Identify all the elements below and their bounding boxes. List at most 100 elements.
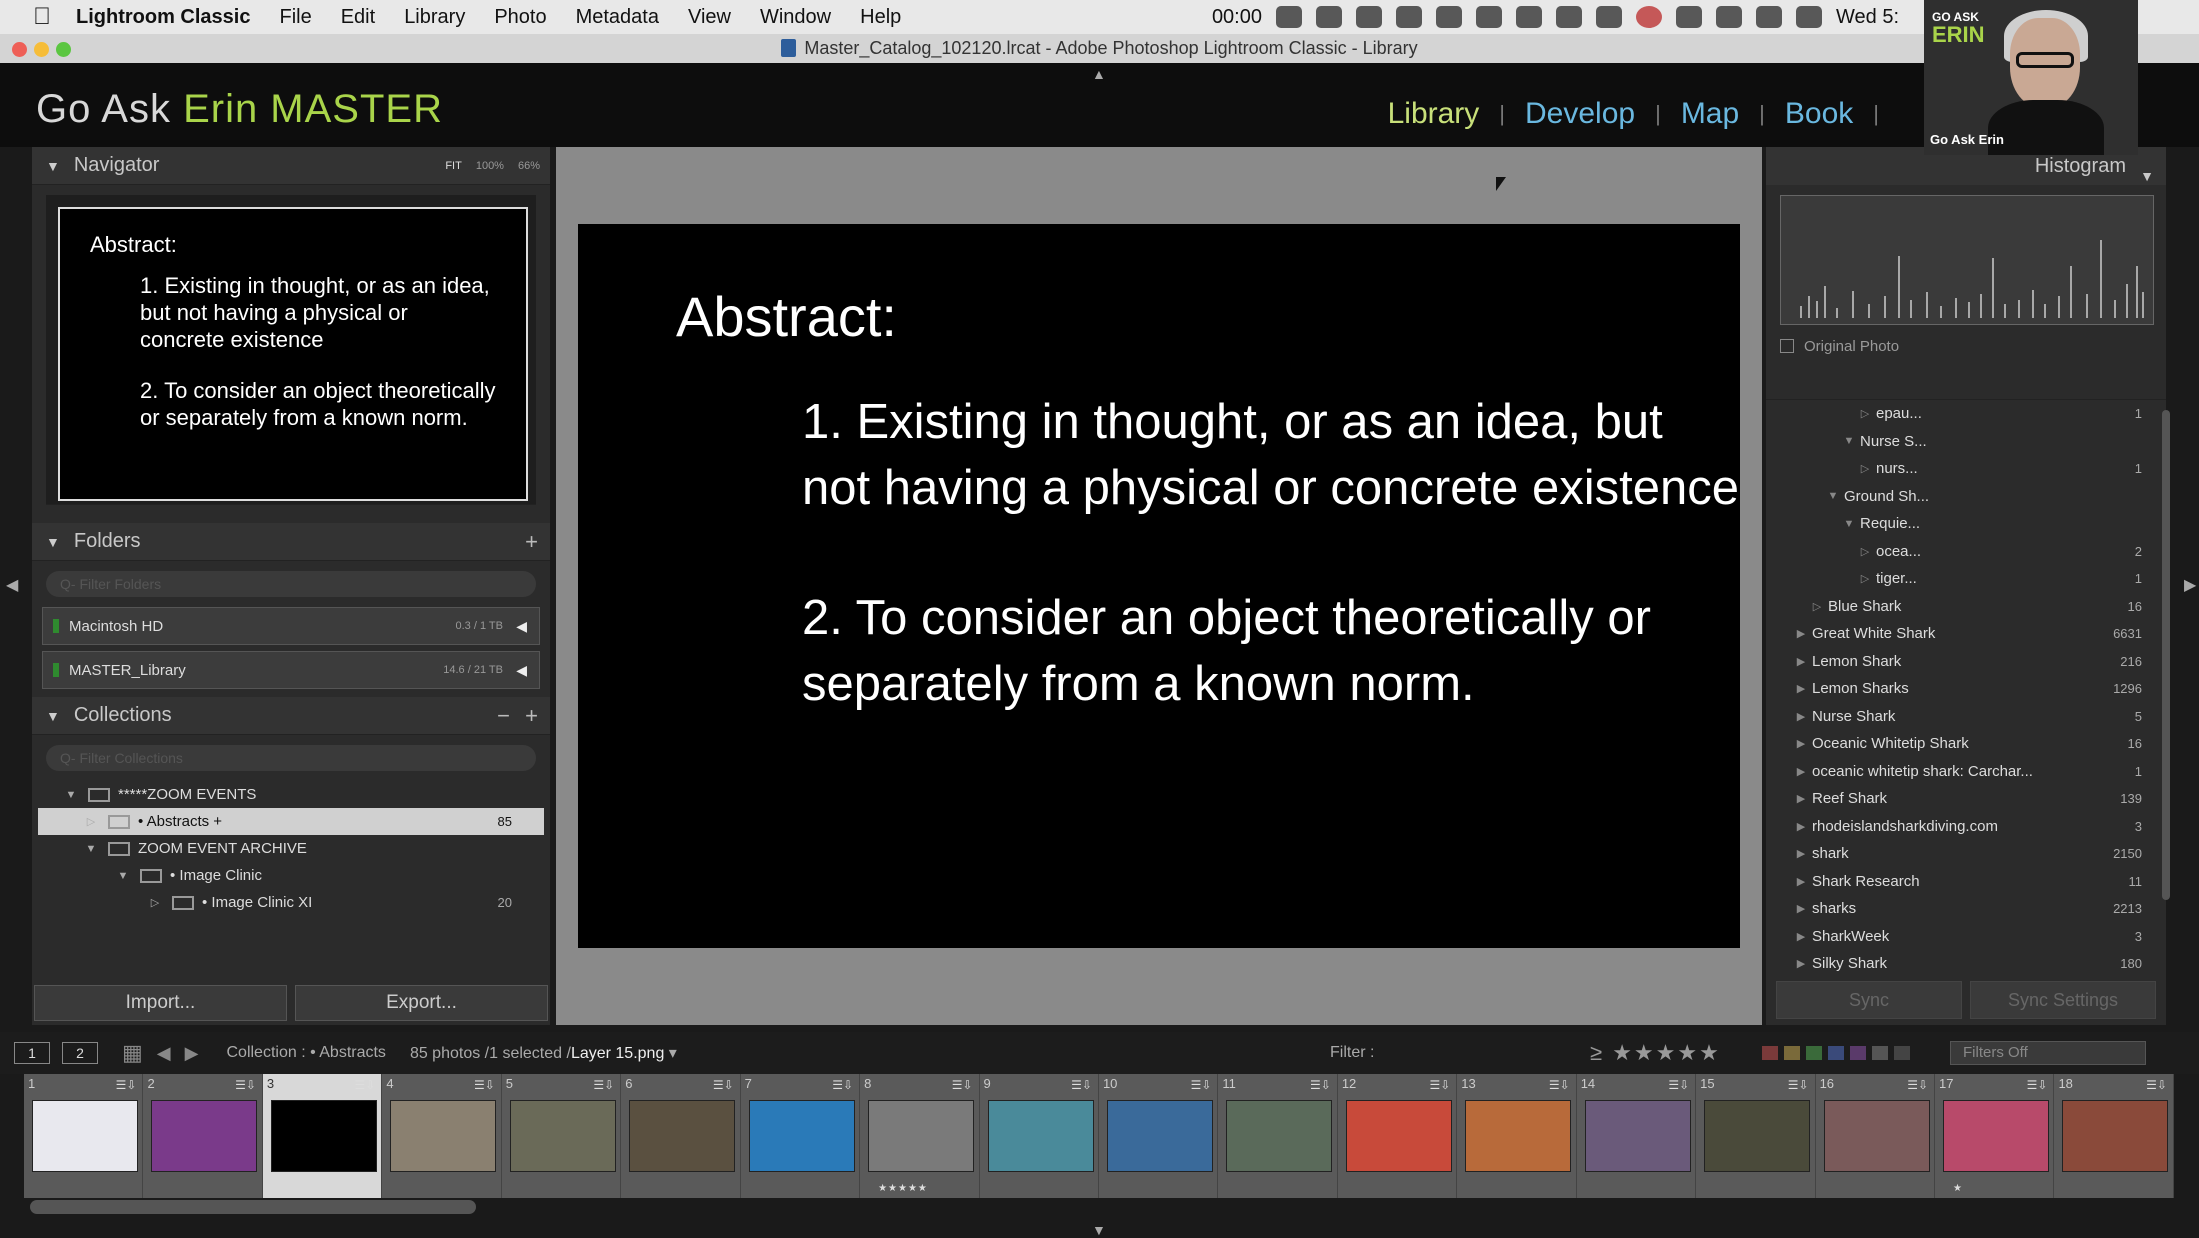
keyword-row[interactable]: ▶ rhodeislandsharkdiving.com 3 — [1766, 813, 2166, 841]
keyword-row[interactable]: ▷ epau... 1 — [1766, 400, 2166, 428]
filmstrip-cell[interactable]: 7 ☰⇩ — [740, 1074, 861, 1198]
minimize-window-button[interactable] — [34, 42, 49, 57]
collection-set-zoom-events[interactable]: ▼ *****ZOOM EVENTS — [38, 781, 544, 808]
source-breadcrumb[interactable]: Collection : • Abstracts — [226, 1044, 385, 1062]
keyword-row[interactable]: ▶ Shark Research 11 — [1766, 868, 2166, 896]
badge-icon[interactable]: ☰⇩ — [832, 1078, 853, 1092]
filmstrip-cell[interactable]: 13 ☰⇩ — [1457, 1074, 1577, 1198]
keyword-row[interactable]: ▼ Nurse S... — [1766, 428, 2166, 456]
keyword-row[interactable]: ▼ Ground Sh... — [1766, 483, 2166, 511]
badge-icon[interactable]: ☰⇩ — [1071, 1078, 1092, 1092]
right-panel-toggle-icon[interactable]: ▶ — [2184, 575, 2196, 595]
badge-icon[interactable]: ☰⇩ — [1429, 1078, 1450, 1092]
apple-icon[interactable]:  — [28, 3, 56, 31]
maximize-window-button[interactable] — [56, 42, 71, 57]
filmstrip-cell[interactable]: 9 ☰⇩ — [979, 1074, 1099, 1198]
gear-icon[interactable] — [1676, 6, 1702, 28]
expand-icon[interactable]: ▷ — [1854, 462, 1876, 475]
rating-filter[interactable]: ≥ ★★★★★ — [1590, 1040, 1721, 1066]
filmstrip-cell[interactable]: 11 ☰⇩ — [1218, 1074, 1338, 1198]
keyword-row[interactable]: ▷ tiger... 1 — [1766, 565, 2166, 593]
top-panel-toggle-icon[interactable]: ▲ — [1092, 66, 1106, 82]
keyword-row[interactable]: ▶ Lemon Shark 216 — [1766, 648, 2166, 676]
bluetooth-icon[interactable] — [1436, 6, 1462, 28]
badge-icon[interactable]: ☰⇩ — [1788, 1078, 1809, 1092]
expand-icon[interactable]: ▶ — [1790, 710, 1812, 723]
badge-icon[interactable]: ☰⇩ — [713, 1078, 734, 1092]
volume-disclosure-icon[interactable]: ◀ — [516, 662, 527, 679]
keyword-row[interactable]: ▷ Blue Shark 16 — [1766, 593, 2166, 621]
expand-icon[interactable]: ▷ — [1854, 407, 1876, 420]
zoom-66-option[interactable]: 66% — [518, 160, 540, 172]
color-label-filter[interactable] — [1762, 1046, 1910, 1060]
expand-icon[interactable]: ▼ — [1822, 490, 1844, 502]
back-arrow-icon[interactable]: ◀ — [157, 1043, 171, 1064]
filmstrip-cell[interactable]: 14 ☰⇩ — [1576, 1074, 1697, 1198]
badge-icon[interactable]: ☰⇩ — [593, 1078, 614, 1092]
expand-icon[interactable]: ▶ — [1790, 627, 1812, 640]
import-button[interactable]: Import... — [34, 985, 287, 1021]
expand-icon[interactable]: ▶ — [1790, 792, 1812, 805]
keyword-row[interactable]: ▶ Reef Shark 139 — [1766, 785, 2166, 813]
filmstrip-cell[interactable]: 1 ☰⇩ — [24, 1074, 144, 1198]
keyword-row[interactable]: ▶ Lemon Sharks 1296 — [1766, 675, 2166, 703]
keyword-row[interactable]: ▷ ocea... 2 — [1766, 538, 2166, 566]
filmstrip-cell[interactable]: 10 ☰⇩ — [1098, 1074, 1219, 1198]
clock-text[interactable]: Wed 5: — [1836, 6, 1899, 29]
remove-collection-icon[interactable]: − — [497, 703, 510, 729]
menu-file[interactable]: File — [279, 6, 311, 29]
zoom-fit-option[interactable]: FIT — [445, 160, 462, 172]
expand-icon[interactable]: ▷ — [1806, 600, 1828, 613]
add-folder-icon[interactable]: + — [525, 529, 538, 555]
bottom-panel-toggle-icon[interactable]: ▼ — [1092, 1222, 1106, 1238]
menu-metadata[interactable]: Metadata — [576, 6, 659, 29]
wifi-icon[interactable] — [1756, 6, 1782, 28]
collections-header[interactable]: ▼ Collections − + — [32, 697, 550, 735]
expand-icon[interactable]: ▶ — [1790, 765, 1812, 778]
expand-icon[interactable]: ▷ — [1854, 545, 1876, 558]
module-library[interactable]: Library — [1388, 97, 1480, 131]
badge-icon[interactable]: ☰⇩ — [1191, 1078, 1212, 1092]
screen-icon[interactable] — [1316, 6, 1342, 28]
filmstrip-cell[interactable]: 4 ☰⇩ — [382, 1074, 502, 1198]
histogram-chart[interactable] — [1780, 195, 2154, 325]
badge-icon[interactable]: ☰⇩ — [235, 1078, 256, 1092]
expand-icon[interactable]: ▼ — [1838, 435, 1860, 447]
info-icon[interactable] — [1556, 6, 1582, 28]
menu-app-name[interactable]: Lightroom Classic — [76, 6, 250, 29]
collection-set-image-clinic[interactable]: ▼ • Image Clinic — [38, 862, 544, 889]
badge-icon[interactable]: ☰⇩ — [2027, 1078, 2048, 1092]
badge-icon[interactable]: ☰⇩ — [1668, 1078, 1689, 1092]
collection-abstracts[interactable]: ▷ • Abstracts + 85 — [38, 808, 544, 835]
expand-icon[interactable]: ▷ — [146, 896, 164, 909]
volume-icon[interactable] — [1796, 6, 1822, 28]
primary-display-button[interactable]: 1 — [14, 1042, 50, 1064]
airplay-icon[interactable] — [1716, 6, 1742, 28]
original-photo-toggle[interactable]: Original Photo — [1780, 329, 2152, 363]
expand-icon[interactable]: ▶ — [1790, 875, 1812, 888]
menu-help[interactable]: Help — [860, 6, 901, 29]
expand-icon[interactable]: ▷ — [1854, 572, 1876, 585]
m-app-icon[interactable] — [1396, 6, 1422, 28]
volume-disclosure-icon[interactable]: ◀ — [516, 618, 527, 635]
badge-icon[interactable]: ☰⇩ — [355, 1078, 376, 1092]
keyword-row[interactable]: ▶ oceanic whitetip shark: Carchar... 1 — [1766, 758, 2166, 786]
filmstrip-cell[interactable]: 3 ☰⇩ — [262, 1074, 383, 1198]
collection-image-clinic-xi[interactable]: ▷ • Image Clinic XI 20 — [38, 889, 544, 916]
keyword-row[interactable]: ▶ Oceanic Whitetip Shark 16 — [1766, 730, 2166, 758]
volume-master-library[interactable]: MASTER_Library 14.6 / 21 TB ◀ — [42, 651, 540, 689]
filter-folders-input[interactable]: Q- Filter Folders — [46, 571, 536, 597]
creative-cloud-icon[interactable] — [1276, 6, 1302, 28]
filmstrip-scrollbar[interactable] — [30, 1200, 476, 1214]
badge-icon[interactable]: ☰⇩ — [1310, 1078, 1331, 1092]
menu-library[interactable]: Library — [404, 6, 465, 29]
expand-icon[interactable]: ▶ — [1790, 930, 1812, 943]
filmstrip-cell[interactable]: 12 ☰⇩ — [1337, 1074, 1458, 1198]
sync-settings-button[interactable]: Sync Settings — [1970, 981, 2156, 1019]
module-map[interactable]: Map — [1681, 97, 1739, 131]
expand-icon[interactable]: ▶ — [1790, 847, 1812, 860]
module-develop[interactable]: Develop — [1525, 97, 1635, 131]
close-window-button[interactable] — [12, 42, 27, 57]
original-photo-checkbox[interactable] — [1780, 339, 1794, 353]
badge-icon[interactable]: ☰⇩ — [116, 1078, 137, 1092]
